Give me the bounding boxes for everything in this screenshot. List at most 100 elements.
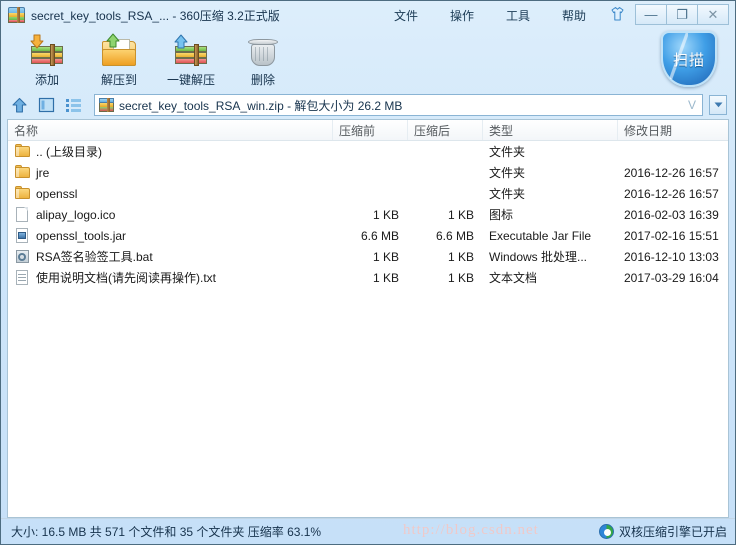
file-name: .. (上级目录): [36, 145, 102, 159]
column-header-before[interactable]: 压缩前: [333, 120, 408, 140]
file-date: 2016-12-26 16:57: [624, 165, 719, 180]
menu-help[interactable]: 帮助: [559, 5, 589, 26]
file-name: alipay_logo.ico: [36, 207, 116, 222]
address-v-marker: V: [687, 98, 696, 112]
table-row[interactable]: 使用说明文档(请先阅读再操作).txt 1 KB 1 KB 文本文档 2017-…: [8, 267, 728, 288]
jar-file-icon: [15, 228, 30, 243]
size-before: [333, 162, 408, 183]
skin-shirt-icon[interactable]: [604, 3, 630, 25]
table-row[interactable]: openssl_tools.jar 6.6 MB 6.6 MB Executab…: [8, 225, 728, 246]
folder-icon: [15, 165, 30, 180]
size-after: [408, 183, 483, 204]
file-type: 文件夹: [489, 187, 526, 201]
add-button-label: 添加: [34, 73, 59, 87]
file-name: jre: [36, 165, 50, 180]
minimize-button[interactable]: —: [635, 3, 667, 25]
file-name: RSA签名验签工具.bat: [36, 250, 153, 264]
size-before: 1 KB: [372, 207, 399, 222]
table-row[interactable]: openssl 文件夹 2016-12-26 16:57: [8, 183, 728, 204]
status-divider: [1, 518, 735, 519]
view-list-icon[interactable]: [63, 95, 84, 115]
file-date: 2016-02-03 16:39: [624, 207, 719, 222]
size-after: [408, 141, 483, 162]
size-before: 6.6 MB: [360, 228, 399, 243]
menu-tools[interactable]: 工具: [503, 5, 533, 26]
column-header-type[interactable]: 类型: [483, 120, 618, 140]
column-header-after[interactable]: 压缩后: [408, 120, 483, 140]
size-before: 1 KB: [372, 249, 399, 264]
address-input[interactable]: secret_key_tools_RSA_win.zip - 解包大小为 26.…: [94, 94, 703, 116]
file-list-panel: 名称 压缩前 压缩后 类型 修改日期 .. (上级目录) 文件夹 jre 文件夹…: [7, 119, 729, 518]
size-after: 6.6 MB: [435, 228, 474, 243]
folder-icon: [15, 186, 30, 201]
table-row[interactable]: alipay_logo.ico 1 KB 1 KB 图标 2016-02-03 …: [8, 204, 728, 225]
size-after: 1 KB: [447, 207, 474, 222]
table-row[interactable]: jre 文件夹 2016-12-26 16:57: [8, 162, 728, 183]
file-type: 文件夹: [489, 166, 526, 180]
size-after: 1 KB: [447, 270, 474, 285]
shield-scan-icon: 扫描: [661, 31, 717, 87]
address-bar: secret_key_tools_RSA_win.zip - 解包大小为 26.…: [1, 91, 735, 119]
delete-trash-icon: [243, 34, 283, 70]
file-rows: .. (上级目录) 文件夹 jre 文件夹 2016-12-26 16:57 o…: [8, 141, 728, 517]
zip-archive-icon: [99, 98, 114, 112]
bat-file-icon: [15, 249, 30, 264]
status-bar: 大小: 16.5 MB 共 571 个文件和 35 个文件夹 压缩率 63.1%…: [1, 518, 735, 544]
file-type: 文本文档: [489, 271, 538, 285]
scan-button[interactable]: 扫描: [661, 31, 719, 89]
menu-action[interactable]: 操作: [447, 5, 477, 26]
size-before: [333, 141, 408, 162]
file-name: openssl_tools.jar: [36, 228, 127, 243]
column-header-row: 名称 压缩前 压缩后 类型 修改日期: [8, 120, 728, 141]
app-window: secret_key_tools_RSA_... - 360压缩 3.2正式版 …: [0, 0, 736, 545]
file-type: 图标: [489, 208, 514, 222]
file-date: 2017-03-29 16:04: [624, 270, 719, 285]
address-dropdown-button[interactable]: [709, 95, 727, 115]
window-controls: — ❐ ✕: [604, 3, 729, 25]
file-name: openssl: [36, 186, 78, 201]
ico-file-icon: [15, 207, 30, 222]
one-click-extract-button-label: 一键解压: [166, 73, 215, 87]
size-before: [333, 183, 408, 204]
file-name: 使用说明文档(请先阅读再操作).txt: [36, 271, 216, 285]
size-after: 1 KB: [447, 249, 474, 264]
extract-to-button[interactable]: 解压到: [83, 31, 155, 89]
txt-file-icon: [15, 270, 30, 285]
column-header-name[interactable]: 名称: [8, 120, 333, 140]
size-after: [408, 162, 483, 183]
maximize-button[interactable]: ❐: [666, 3, 698, 25]
add-to-archive-icon: [27, 34, 67, 70]
one-click-extract-icon: [171, 34, 211, 70]
delete-button-label: 删除: [250, 73, 275, 87]
size-before: 1 KB: [372, 270, 399, 285]
file-type: Windows 批处理...: [489, 250, 588, 264]
view-panel-icon[interactable]: [36, 95, 57, 115]
table-row[interactable]: RSA签名验签工具.bat 1 KB 1 KB Windows 批处理... 2…: [8, 246, 728, 267]
file-type: Executable Jar File: [489, 228, 592, 243]
file-date: [618, 141, 728, 162]
folder-icon: [15, 144, 30, 159]
menu-bar: 文件 操作 工具 帮助: [391, 1, 589, 29]
file-type: 文件夹: [489, 145, 526, 159]
zip-archive-icon: [8, 7, 25, 23]
up-directory-icon[interactable]: [9, 95, 30, 115]
menu-file[interactable]: 文件: [391, 5, 421, 26]
column-header-date[interactable]: 修改日期: [618, 120, 728, 140]
extract-to-button-label: 解压到: [100, 73, 137, 87]
delete-button[interactable]: 删除: [227, 31, 299, 89]
engine-status: 双核压缩引擎已开启: [598, 523, 727, 540]
archive-summary: 大小: 16.5 MB 共 571 个文件和 35 个文件夹 压缩率 63.1%: [11, 524, 322, 539]
window-title: secret_key_tools_RSA_... - 360压缩 3.2正式版: [31, 8, 280, 23]
close-button[interactable]: ✕: [697, 3, 729, 25]
engine-status-label: 双核压缩引擎已开启: [618, 524, 727, 539]
table-row[interactable]: .. (上级目录) 文件夹: [8, 141, 728, 162]
main-toolbar: 添加 解压到 一键解压 删除 扫描: [1, 29, 735, 91]
file-date: 2016-12-10 13:03: [624, 249, 719, 264]
one-click-extract-button[interactable]: 一键解压: [155, 31, 227, 89]
title-bar: secret_key_tools_RSA_... - 360压缩 3.2正式版 …: [1, 1, 735, 29]
file-date: 2017-02-16 15:51: [624, 228, 719, 243]
add-button[interactable]: 添加: [11, 31, 83, 89]
watermark-text: http://blog.csdn.net: [403, 522, 539, 538]
file-date: 2016-12-26 16:57: [624, 186, 719, 201]
address-path-text: secret_key_tools_RSA_win.zip - 解包大小为 26.…: [119, 98, 403, 113]
